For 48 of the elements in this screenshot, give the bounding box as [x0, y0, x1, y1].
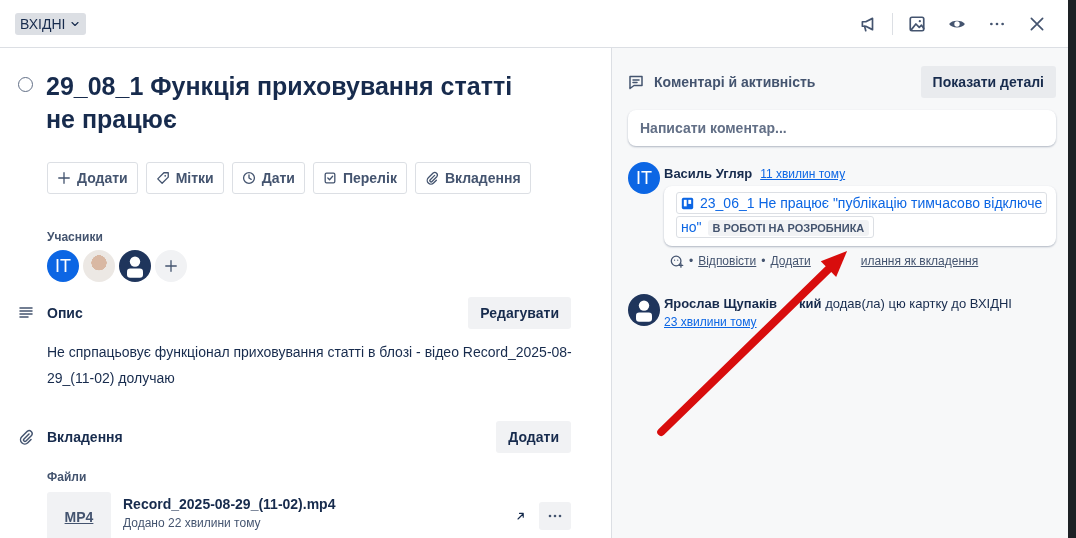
list-dropdown-button[interactable]: ВХІДНІ: [15, 12, 87, 35]
avatar-silhouette-icon[interactable]: [119, 250, 151, 282]
file-added-time: Додано 22 хвилини тому: [123, 516, 262, 530]
show-details-button[interactable]: Показати деталі: [920, 66, 1056, 98]
comment-icon: [628, 74, 644, 90]
attachment-icon: [18, 429, 34, 445]
file-type-link[interactable]: MP4: [64, 509, 94, 525]
card-action-button[interactable]: Перелік: [312, 162, 407, 194]
activity-text: Ярослав Щупаків кий додав(ла) цю картку до ВХІДНІ: [664, 296, 1013, 311]
plus-icon: [164, 259, 178, 273]
files-label: Файли: [47, 470, 88, 484]
board-icon: [681, 197, 694, 210]
comment-time-link[interactable]: 11 хвилин тому: [760, 167, 846, 181]
open-external-arrow-icon[interactable]: [515, 510, 527, 522]
attachment-icon: [424, 171, 439, 185]
file-name: Record_2025-08-29_(11-02).mp4: [123, 496, 337, 512]
labels-icon: [155, 171, 170, 185]
section-heading: Вкладення: [47, 429, 123, 445]
section-heading: Опис: [47, 305, 83, 321]
comment-author: Василь Угляр: [664, 166, 753, 181]
comment-action-link[interactable]: илання як вкладення: [860, 254, 979, 268]
comment-action-link[interactable]: Відповісти: [698, 254, 757, 268]
description-text: Не спрпацьовує функціонал приховування статті в блозі - відео Record_2025-08-29_(11-02) долучаю: [47, 343, 572, 388]
comment-action-link[interactable]: Додати: [770, 254, 811, 268]
card-action-button[interactable]: Вкладення: [414, 162, 531, 194]
dates-icon: [241, 171, 256, 185]
description-icon: [18, 305, 34, 321]
card-action-button[interactable]: Мітки: [145, 162, 224, 194]
edit-button[interactable]: Редагувати: [468, 297, 571, 329]
separator-dot: •: [761, 254, 766, 268]
avatar[interactable]: IT: [47, 250, 79, 282]
avatar[interactable]: IT: [628, 162, 660, 194]
activity-heading: Коментарі й активність: [654, 74, 816, 90]
separator-dot: •: [689, 254, 694, 268]
comment-input-field[interactable]: Написати коментар...: [628, 110, 1056, 146]
add-icon: [57, 171, 71, 185]
activity-time-link[interactable]: 23 хвилини тому: [664, 315, 757, 329]
file-thumbnail[interactable]: MP4: [47, 492, 111, 538]
checklist-icon: [322, 171, 337, 185]
avatar-silhouette-icon[interactable]: [628, 294, 660, 326]
card-action-button[interactable]: Дати: [231, 162, 305, 194]
members-label: Учасники: [47, 230, 104, 244]
add-reaction-icon[interactable]: [670, 254, 684, 268]
card-action-button[interactable]: Додати: [47, 162, 138, 194]
image-icon[interactable]: [908, 14, 926, 33]
add-attachment-button[interactable]: Додати: [496, 421, 571, 453]
close-icon[interactable]: [1028, 14, 1046, 33]
card-title: 29_08_1 Функція приховування статті не працює: [46, 71, 514, 135]
